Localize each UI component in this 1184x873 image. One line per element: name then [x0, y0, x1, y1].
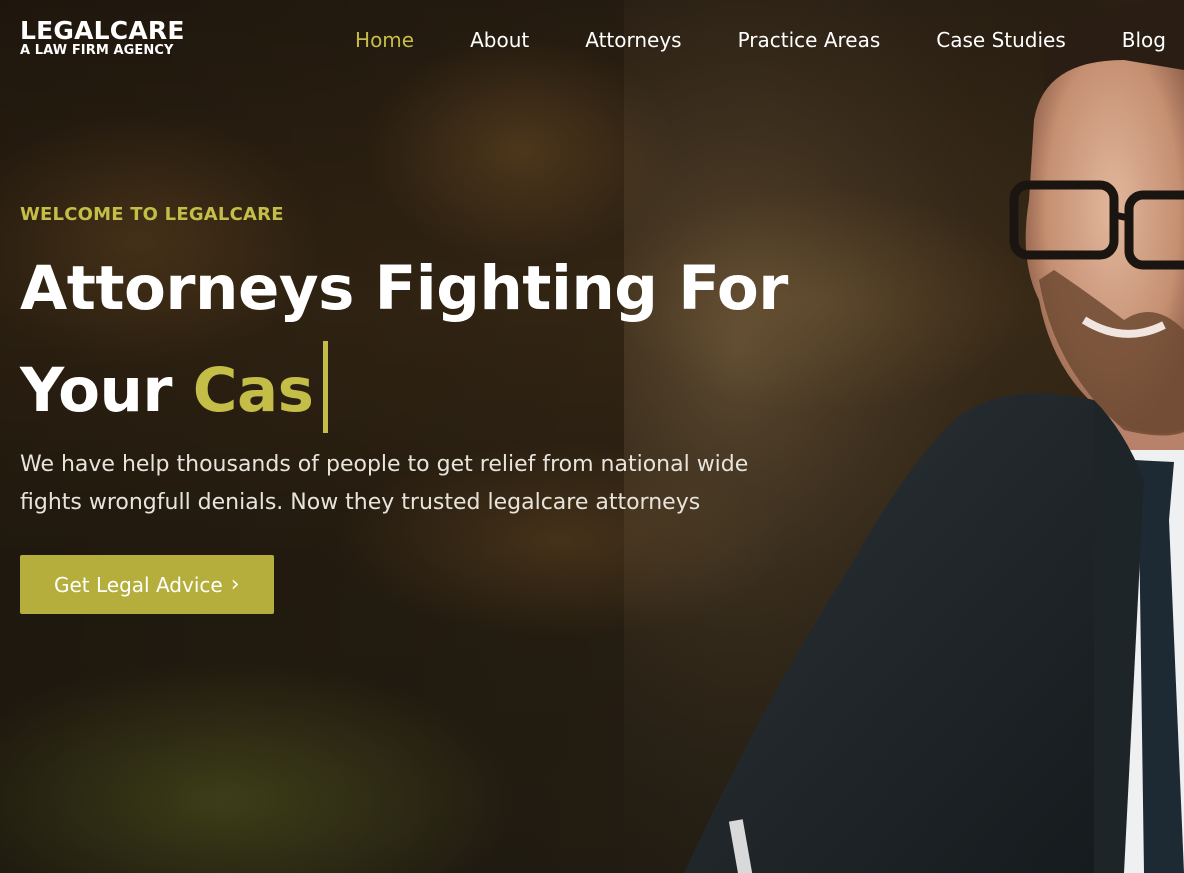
- nav-item-attorneys[interactable]: Attorneys: [585, 27, 681, 53]
- headline-line-2-plain: Your: [20, 355, 193, 426]
- brand-logo[interactable]: LEGALCARE A LAW FIRM AGENCY: [20, 18, 185, 58]
- chevron-right-icon: ›: [230, 571, 240, 597]
- site-header: LEGALCARE A LAW FIRM AGENCY Home About A…: [0, 0, 1184, 80]
- hero-content: WELCOME TO LEGALCARE Attorneys Fighting …: [20, 200, 820, 614]
- main-nav: Home About Attorneys Practice Areas Case…: [355, 27, 1166, 53]
- nav-item-blog[interactable]: Blog: [1122, 27, 1166, 53]
- cta-label: Get Legal Advice: [54, 572, 223, 597]
- get-legal-advice-button[interactable]: Get Legal Advice ›: [20, 555, 274, 614]
- hero-description: We have help thousands of people to get …: [20, 452, 749, 515]
- nav-item-practice-areas[interactable]: Practice Areas: [738, 27, 881, 53]
- brand-name: LEGALCARE: [20, 16, 185, 45]
- nav-item-about[interactable]: About: [470, 27, 529, 53]
- headline-typed-word: Cas: [192, 355, 314, 426]
- brand-tagline: A LAW FIRM AGENCY: [20, 43, 174, 58]
- typing-cursor: [323, 341, 329, 433]
- hero-headline: Attorneys Fighting For Your Cas: [20, 238, 820, 442]
- nav-item-case-studies[interactable]: Case Studies: [936, 27, 1066, 53]
- headline-line-1: Attorneys Fighting For: [20, 253, 788, 324]
- hero-eyebrow: WELCOME TO LEGALCARE: [20, 204, 284, 225]
- nav-item-home[interactable]: Home: [355, 27, 414, 53]
- hero-section: LEGALCARE A LAW FIRM AGENCY Home About A…: [0, 0, 1184, 873]
